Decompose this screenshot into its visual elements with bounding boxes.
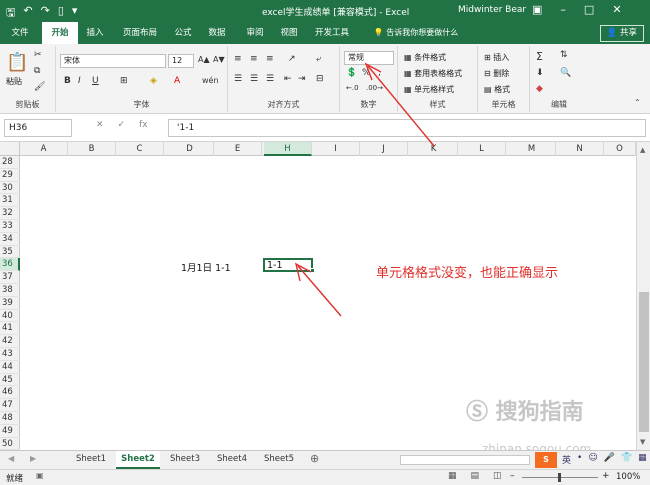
- watermark-icon: Ⓢ: [466, 400, 496, 425]
- ime-toolbar: 英 • ☺ 🎤 👕 ▦: [562, 453, 647, 466]
- arrow-to-number-format: [367, 65, 435, 147]
- scrollbar-thumb[interactable]: [639, 292, 649, 432]
- add-sheet-icon[interactable]: ⊕: [310, 452, 319, 465]
- ime-emoji-icon[interactable]: ☺: [588, 453, 597, 466]
- ime-logo-icon[interactable]: S: [535, 452, 557, 468]
- ime-mode-icon[interactable]: 英: [562, 453, 571, 466]
- status-bar: 就绪 ▣ ▦ ▤ ◫ – + 100%: [0, 469, 650, 485]
- zoom-slider-thumb[interactable]: [558, 473, 561, 482]
- zoom-in-icon[interactable]: +: [602, 471, 610, 481]
- watermark-logo: Ⓢ 搜狗指南: [466, 394, 584, 426]
- zoom-out-icon[interactable]: –: [510, 471, 515, 481]
- sheet-nav-next-icon[interactable]: ▶: [30, 454, 36, 463]
- view-buttons: ▦ ▤ ◫: [448, 471, 502, 481]
- ime-voice-icon[interactable]: 🎤: [604, 453, 615, 466]
- sheet-tab-sheet5[interactable]: Sheet5: [258, 451, 300, 469]
- ime-skin-icon[interactable]: 👕: [621, 453, 632, 466]
- sheet-tab-sheet4[interactable]: Sheet4: [210, 451, 254, 469]
- page-break-view-icon[interactable]: ◫: [493, 471, 502, 481]
- sheet-tab-bar: ◀ ▶ Sheet1 Sheet2 Sheet3 Sheet4 Sheet5 ⊕…: [0, 450, 650, 469]
- normal-view-icon[interactable]: ▦: [448, 471, 457, 481]
- zoom-level[interactable]: 100%: [616, 472, 640, 482]
- scroll-down-icon[interactable]: ▼: [640, 438, 645, 446]
- arrow-to-active-cell: [297, 265, 342, 317]
- status-ready: 就绪: [6, 474, 24, 484]
- scroll-up-icon[interactable]: ▲: [640, 146, 645, 154]
- ime-tools-icon[interactable]: ▦: [638, 453, 647, 466]
- sheet-nav-prev-icon[interactable]: ◀: [8, 454, 14, 463]
- page-layout-view-icon[interactable]: ▤: [471, 471, 480, 481]
- sheet-tab-sheet1[interactable]: Sheet1: [70, 451, 112, 469]
- ime-punct-icon[interactable]: •: [577, 453, 582, 466]
- sheet-tab-sheet2[interactable]: Sheet2: [116, 451, 160, 469]
- horizontal-scrollbar[interactable]: [400, 455, 530, 465]
- vertical-scrollbar[interactable]: ▲ ▼: [636, 142, 650, 450]
- macro-record-icon[interactable]: ▣: [36, 471, 44, 480]
- watermark-text: 搜狗指南: [495, 400, 584, 425]
- sheet-tab-sheet3[interactable]: Sheet3: [164, 451, 206, 469]
